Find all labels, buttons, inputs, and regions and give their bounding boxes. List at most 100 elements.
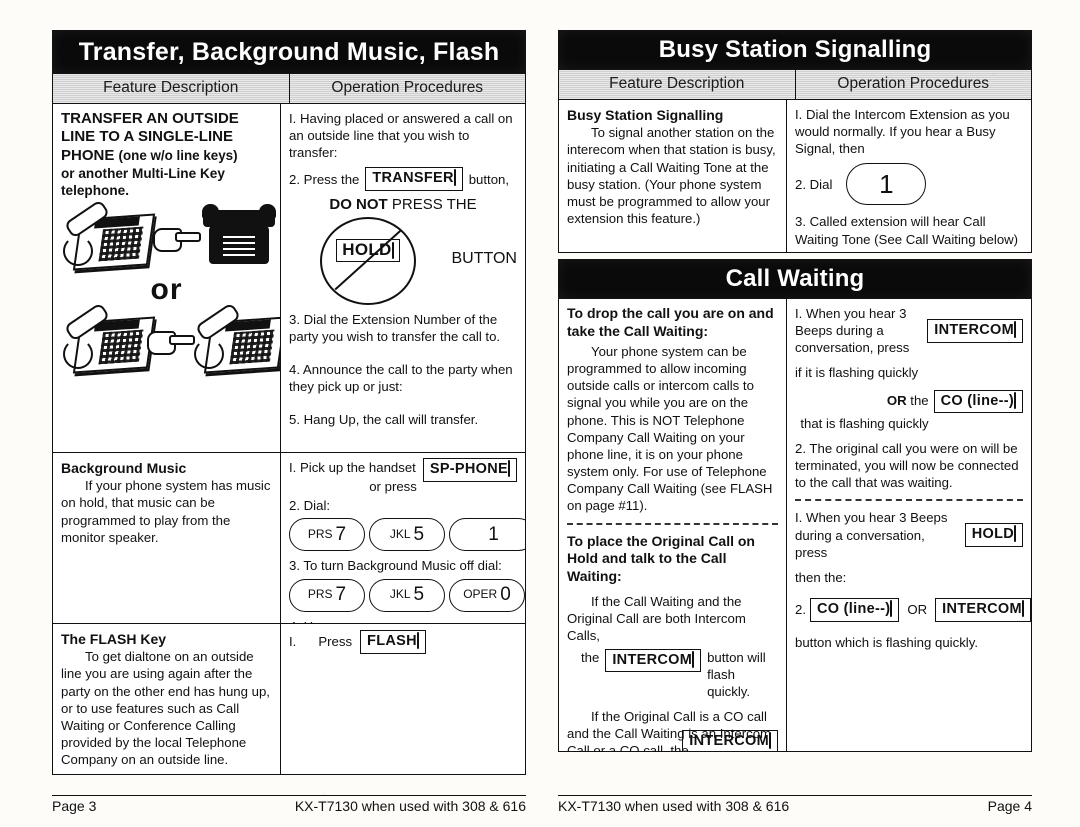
cell-operation-call-waiting: I. When you hear 3 Beeps during a conver…: [787, 299, 1031, 751]
model-note-right: KX-T7130 when used with 308 & 616: [558, 798, 790, 814]
table-call-waiting: To drop the call you are on and take the…: [558, 299, 1032, 752]
transfer-button-lamp: [453, 169, 456, 187]
column-header-operation: Operation Procedures: [289, 74, 525, 103]
cell-feature-background-music: Background Music If your phone system ha…: [53, 453, 281, 623]
table-header-row: Feature Description Operation Procedures: [559, 70, 1031, 100]
dial-key-digit: 7: [335, 583, 347, 605]
multi-line-phone-icon: [61, 302, 156, 374]
cw-part2-or-label: OR: [907, 602, 928, 618]
intercom-button[interactable]: INTERCOM: [927, 319, 1023, 343]
do-not-bold: DO NOT: [329, 196, 388, 214]
intercom-button-label: INTERCOM: [612, 651, 693, 668]
transfer-button[interactable]: TRANSFER: [365, 167, 463, 192]
call-waiting-part1-body: Your phone system can be programmed to a…: [567, 344, 773, 514]
transfer-step-1: I. Having placed or answered a call on a…: [289, 111, 513, 161]
dial-keys-bgm-on: PRS 7 JKL 5 1 #: [289, 518, 525, 552]
dial-key[interactable]: OPER 0: [449, 578, 525, 612]
sp-phone-button[interactable]: SP-PHONE: [422, 458, 517, 482]
hold-button[interactable]: HOLD: [964, 523, 1023, 548]
dial-key-one[interactable]: 1: [846, 163, 927, 206]
or-label: or: [150, 272, 183, 306]
dial-key-letters: JKL: [389, 527, 411, 542]
cell-feature-busy-station: Busy Station Signalling To signal anothe…: [559, 100, 787, 252]
table-row: TRANSFER AN OUTSIDE LINE TO A SINGLE-LIN…: [53, 104, 525, 453]
pointing-hand-icon: [147, 327, 196, 355]
transfer-step-2: 2. Press the TRANSFER button,: [289, 167, 517, 192]
table-row: The FLASH Key To get dialtone on an outs…: [53, 624, 525, 774]
bgm-step-1a: I. Pick up the handset: [289, 460, 416, 475]
table-transfer: Feature Description Operation Procedures…: [52, 74, 526, 775]
do-not-press-warning: DO NOT PRESS THE: [289, 195, 517, 215]
dial-key-digit: 5: [413, 523, 425, 545]
bgm-step-1b: or press: [369, 479, 417, 495]
co-line-button[interactable]: CO (line--): [933, 389, 1023, 414]
single-line-phone-icon: [201, 203, 276, 268]
intercom-button-lamp: [1014, 321, 1016, 338]
flash-button[interactable]: FLASH: [360, 630, 426, 654]
call-waiting-part2-para-1b: button will: [707, 649, 766, 665]
dial-key[interactable]: 1: [449, 518, 525, 552]
transfer-button-label: TRANSFER: [372, 170, 454, 187]
multi-line-phone-icon: [192, 302, 280, 374]
transfer-title-line-2: LINE TO A SINGLE-LINE: [61, 128, 233, 146]
section-banner-transfer: Transfer, Background Music, Flash: [52, 30, 526, 74]
section-banner-busy-station: Busy Station Signalling: [558, 30, 1032, 70]
footer-left-page: Page 3 KX-T7130 when used with 308 & 616: [52, 795, 526, 814]
dial-key[interactable]: PRS 7: [289, 578, 365, 612]
co-line-button[interactable]: CO (line--): [810, 598, 900, 622]
background-music-title: Background Music: [61, 460, 187, 476]
transfer-step-2-prefix: 2. Press the: [289, 171, 360, 187]
co-line-button-label: CO (line--): [817, 601, 891, 618]
page-right: Busy Station Signalling Feature Descript…: [558, 30, 1032, 814]
transfer-step-5: 5. Hang Up, the call will transfer.: [289, 412, 479, 428]
dial-key[interactable]: JKL 5: [369, 518, 445, 552]
busy-station-title: Busy Station Signalling: [567, 107, 724, 123]
cell-operation-busy-station: I. Dial the Intercom Extension as you wo…: [787, 100, 1031, 252]
dial-key-letters: JKL: [389, 587, 411, 602]
call-waiting-part2-para-1a: If the Call Waiting and the Original Cal…: [567, 594, 746, 644]
intercom-button-lamp: [692, 650, 695, 668]
intercom-button-label: INTERCOM: [934, 322, 1014, 338]
cell-operation-background-music: I. Pick up the handset or press SP-PHONE…: [281, 453, 525, 623]
flash-key-title: The FLASH Key: [61, 631, 167, 647]
busy-station-step-3: 3. Called extension will hear Call Waiti…: [795, 214, 1019, 247]
co-line-button-lamp: [890, 600, 893, 618]
dial-key[interactable]: PRS 7: [289, 518, 365, 552]
cw-part1-step-1b: if it is flashing quickly: [795, 365, 919, 381]
intercom-button[interactable]: INTERCOM: [605, 648, 702, 673]
model-note-left: KX-T7130 when used with 308 & 616: [294, 798, 526, 814]
illustration-multiline-to-multiline: [61, 302, 280, 374]
dial-key-letters: PRS: [307, 587, 333, 602]
pointing-hand-icon: [153, 224, 202, 252]
call-waiting-part2-the: the: [581, 649, 600, 665]
call-waiting-part2-para-1c: flash quickly.: [707, 666, 751, 699]
sp-phone-button-lamp: [508, 460, 510, 477]
column-header-operation: Operation Procedures: [795, 70, 1031, 99]
background-music-body: If your phone system has music on hold, …: [61, 478, 271, 545]
section-banner-call-waiting: Call Waiting: [558, 259, 1032, 299]
dial-key[interactable]: JKL 5: [369, 578, 445, 612]
flash-step-1-number: I.: [289, 634, 297, 650]
intercom-button[interactable]: INTERCOM: [935, 598, 1031, 622]
cell-operation-transfer: I. Having placed or answered a call on a…: [281, 104, 525, 452]
illustration-multiline-to-singleline: [61, 199, 276, 271]
page-number-right: Page 4: [987, 798, 1032, 814]
flash-button-label: FLASH: [367, 633, 417, 649]
cw-part2-step-2-tail: button which is flashing quickly.: [795, 634, 979, 650]
press-the-text: PRESS THE: [391, 196, 477, 214]
cw-part2-step-1b: then the:: [795, 569, 847, 585]
co-line-button-label: CO (line--): [940, 392, 1014, 409]
cell-feature-flash-key: The FLASH Key To get dialtone on an outs…: [53, 624, 281, 774]
flash-button-lamp: [416, 632, 419, 649]
table-row: Busy Station Signalling To signal anothe…: [559, 100, 1031, 252]
bgm-step-4: 4. Hang up.: [289, 618, 517, 623]
flash-step-1-verb: Press: [318, 634, 353, 650]
sp-phone-button-label: SP-PHONE: [429, 461, 508, 477]
table-header-row: Feature Description Operation Procedures: [53, 74, 525, 104]
transfer-step-3: 3. Dial the Extension Number of the part…: [289, 311, 501, 344]
call-waiting-part2-title: To place the Original Call on Hold and t…: [567, 532, 755, 584]
co-line-button-lamp: [1014, 391, 1016, 409]
call-waiting-part1-title: To drop the call you are on and take the…: [567, 305, 774, 339]
transfer-subtitle: or another Multi-Line Key telephone.: [61, 165, 225, 198]
intercom-button-label: INTERCOM: [942, 601, 1022, 618]
